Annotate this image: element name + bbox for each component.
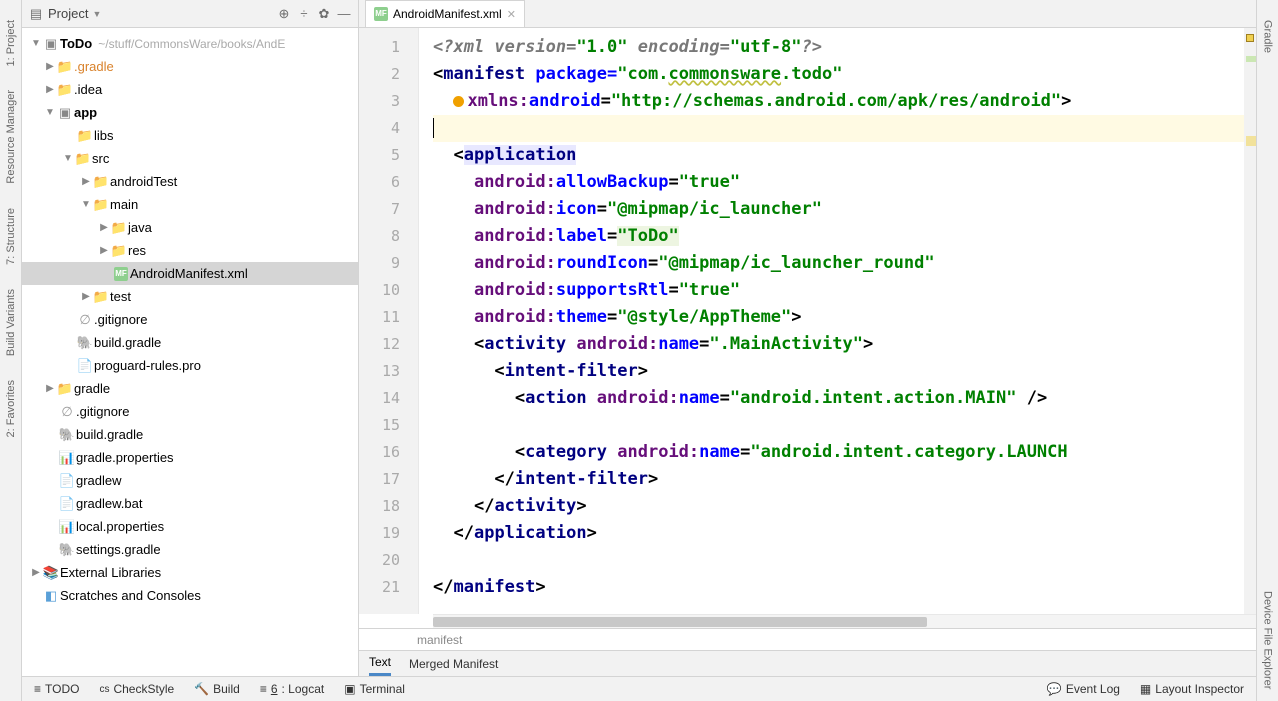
tree-item[interactable]: ∅.gitignore (22, 308, 358, 331)
project-view-selector[interactable]: Project ▼ (48, 6, 101, 21)
horizontal-scrollbar[interactable] (433, 614, 1256, 628)
tree-item[interactable]: ∅.gitignore (22, 400, 358, 423)
gear-icon[interactable]: ✿ (316, 6, 332, 22)
tree-item[interactable]: 🐘build.gradle (22, 331, 358, 354)
subtab-merged[interactable]: Merged Manifest (409, 651, 498, 676)
tab-structure[interactable]: 7: Structure (5, 208, 17, 265)
tree-item[interactable]: ▼📁main (22, 193, 358, 216)
subtab-text[interactable]: Text (369, 651, 391, 676)
tab-gradle[interactable]: Gradle (1262, 20, 1274, 53)
tree-item[interactable]: ▶📁res (22, 239, 358, 262)
code-content[interactable]: <?xml version="1.0" encoding="utf-8"?> <… (433, 28, 1244, 614)
bottom-terminal[interactable]: ▣ Terminal (344, 682, 405, 696)
bottom-layout-inspector[interactable]: ▦ Layout Inspector (1140, 682, 1244, 696)
bottom-event-log[interactable]: 💬 Event Log (1047, 682, 1120, 696)
collapse-icon[interactable]: ÷ (296, 6, 312, 22)
tree-item[interactable]: 🐘settings.gradle (22, 538, 358, 561)
breadcrumb-bar[interactable]: manifest (359, 628, 1256, 650)
tree-item[interactable]: ▶📁java (22, 216, 358, 239)
tab-resource-manager[interactable]: Resource Manager (5, 90, 17, 184)
tab-favorites[interactable]: 2: Favorites (5, 380, 17, 437)
tree-item[interactable]: ▶📁gradle (22, 377, 358, 400)
bottom-build[interactable]: 🔨 Build (194, 682, 240, 696)
tree-item[interactable]: ▼📁src (22, 147, 358, 170)
tree-item[interactable]: 🐘build.gradle (22, 423, 358, 446)
close-icon[interactable]: ✕ (507, 8, 516, 21)
tab-build-variants[interactable]: Build Variants (5, 289, 17, 356)
tree-item-external-libs[interactable]: ▶📚External Libraries (22, 561, 358, 584)
bottom-logcat[interactable]: ≡ 6: Logcat (260, 682, 324, 696)
intention-bulb-icon[interactable] (453, 96, 464, 107)
right-tool-strip: Gradle Device File Explorer (1256, 0, 1278, 701)
tab-device-file-explorer[interactable]: Device File Explorer (1262, 591, 1274, 689)
tab-project[interactable]: 1: Project (5, 20, 17, 66)
tree-item[interactable]: 📄proguard-rules.pro (22, 354, 358, 377)
tree-item[interactable]: 📄gradlew (22, 469, 358, 492)
left-tool-strip: 1: Project Resource Manager 7: Structure… (0, 0, 22, 701)
marker[interactable] (1246, 56, 1256, 62)
marker[interactable] (1246, 136, 1256, 146)
bottom-todo[interactable]: ≡ TODO (34, 682, 79, 696)
fold-gutter[interactable] (419, 28, 433, 614)
bottom-checkstyle[interactable]: cs CheckStyle (99, 682, 174, 696)
editor-tab-label: AndroidManifest.xml (393, 7, 502, 21)
bottom-tool-bar: ≡ TODO cs CheckStyle 🔨 Build ≡ 6: Logcat… (22, 676, 1256, 701)
manifest-icon: MF (374, 7, 388, 21)
locate-icon[interactable]: ⊕ (276, 6, 292, 22)
project-panel: ▤ Project ▼ ⊕ ÷ ✿ — ▼▣ToDo~/stuff/Common… (22, 0, 359, 676)
tree-item[interactable]: 📊local.properties (22, 515, 358, 538)
marker-bar[interactable] (1244, 28, 1256, 614)
hide-icon[interactable]: — (336, 6, 352, 22)
tree-item[interactable]: ▶📁.idea (22, 78, 358, 101)
tree-item-app[interactable]: ▼▣app (22, 101, 358, 124)
tree-item[interactable]: ▶📁test (22, 285, 358, 308)
editor-sub-tabs: Text Merged Manifest (359, 650, 1256, 676)
project-tree[interactable]: ▼▣ToDo~/stuff/CommonsWare/books/AndE ▶📁.… (22, 28, 358, 676)
editor-tab-bar: MF AndroidManifest.xml ✕ (359, 0, 1256, 28)
tree-root[interactable]: ▼▣ToDo~/stuff/CommonsWare/books/AndE (22, 32, 358, 55)
tree-item[interactable]: 📄gradlew.bat (22, 492, 358, 515)
tree-item[interactable]: ▶📁.gradle (22, 55, 358, 78)
line-gutter: 123456789101112131415161718192021 (359, 28, 419, 614)
tree-item[interactable]: 📁libs (22, 124, 358, 147)
project-panel-header: ▤ Project ▼ ⊕ ÷ ✿ — (22, 0, 358, 28)
editor-area: MF AndroidManifest.xml ✕ 123456789101112… (359, 0, 1256, 676)
tree-item-scratches[interactable]: ◧Scratches and Consoles (22, 584, 358, 607)
editor-body[interactable]: 123456789101112131415161718192021 <?xml … (359, 28, 1256, 614)
editor-tab-manifest[interactable]: MF AndroidManifest.xml ✕ (365, 0, 525, 27)
tree-item[interactable]: 📊gradle.properties (22, 446, 358, 469)
scrollbar-thumb[interactable] (433, 617, 927, 627)
project-view-icon: ▤ (28, 6, 44, 22)
inspection-indicator[interactable] (1246, 34, 1254, 42)
tree-item-manifest[interactable]: MFAndroidManifest.xml (22, 262, 358, 285)
tree-item[interactable]: ▶📁androidTest (22, 170, 358, 193)
